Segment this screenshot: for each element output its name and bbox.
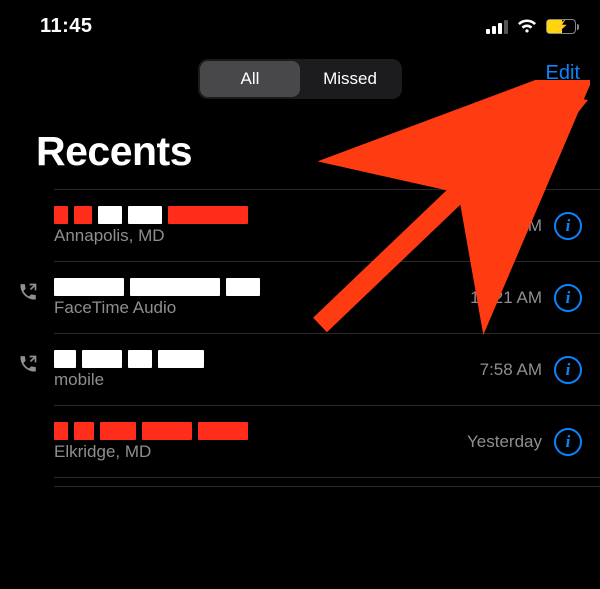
call-subtitle: mobile: [54, 370, 480, 390]
status-bar: 11:45 ⚡: [0, 0, 600, 48]
caller-name-redacted: [54, 422, 467, 440]
call-time: 11:34 AM: [471, 216, 542, 236]
outgoing-call-icon: [18, 354, 38, 379]
info-button[interactable]: i: [554, 428, 582, 456]
call-time: 7:58 AM: [480, 360, 542, 380]
battery-icon: ⚡: [546, 19, 576, 34]
status-icons: ⚡: [486, 18, 576, 34]
call-main: FaceTime Audio: [54, 278, 470, 318]
call-time: Yesterday: [467, 432, 542, 452]
outgoing-call-icon: [18, 282, 38, 307]
call-subtitle: Elkridge, MD: [54, 442, 467, 462]
info-icon: i: [566, 361, 571, 378]
segment-missed[interactable]: Missed: [300, 61, 400, 97]
cellular-signal-icon: [486, 18, 508, 34]
charging-bolt-icon: ⚡: [554, 19, 569, 33]
call-main: Annapolis, MD: [54, 206, 471, 246]
info-button[interactable]: i: [554, 284, 582, 312]
call-row-partial: [54, 477, 600, 487]
info-button[interactable]: i: [554, 356, 582, 384]
info-icon: i: [566, 289, 571, 306]
wifi-icon: [516, 18, 538, 34]
caller-name-redacted: [54, 350, 480, 368]
call-main: mobile: [54, 350, 480, 390]
info-icon: i: [566, 217, 571, 234]
call-subtitle: Annapolis, MD: [54, 226, 471, 246]
segment-all[interactable]: All: [200, 61, 300, 97]
caller-name-redacted: [54, 206, 471, 224]
call-time: 10:21 AM: [470, 288, 542, 308]
call-row[interactable]: mobile 7:58 AM i: [54, 333, 600, 405]
info-button[interactable]: i: [554, 212, 582, 240]
page-title: Recents: [0, 104, 600, 189]
caller-name-redacted: [54, 278, 470, 296]
call-row[interactable]: FaceTime Audio 10:21 AM i: [54, 261, 600, 333]
edit-button[interactable]: Edit: [546, 62, 580, 85]
nav-bar: All Missed Edit: [0, 54, 600, 104]
status-time: 11:45: [40, 15, 93, 38]
call-row[interactable]: Elkridge, MD Yesterday i: [54, 405, 600, 477]
call-row[interactable]: Annapolis, MD 11:34 AM i: [54, 189, 600, 261]
recents-list: Annapolis, MD 11:34 AM i FaceTime Audio …: [0, 189, 600, 487]
segmented-control: All Missed: [198, 59, 402, 99]
info-icon: i: [566, 433, 571, 450]
call-subtitle: FaceTime Audio: [54, 298, 470, 318]
call-main: Elkridge, MD: [54, 422, 467, 462]
